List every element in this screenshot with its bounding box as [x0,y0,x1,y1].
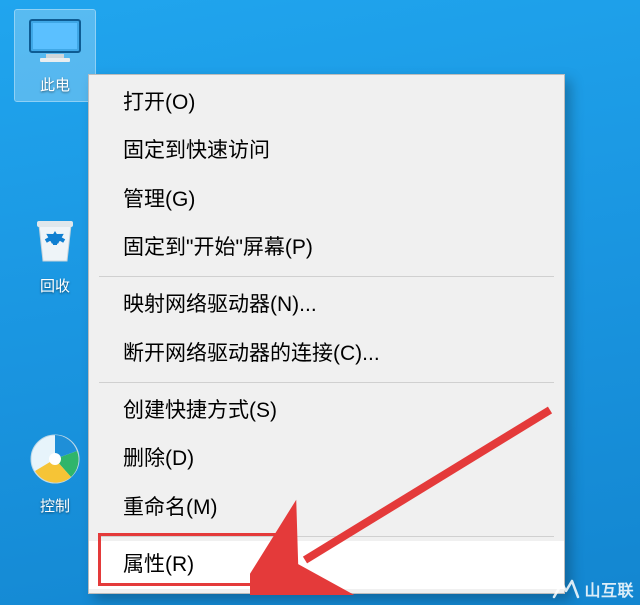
menu-separator [99,276,554,277]
recycle-bin-icon [15,211,95,271]
menu-item-manage[interactable]: 管理(G) [89,176,564,224]
computer-icon [15,16,95,70]
menu-item-disconnect-drive[interactable]: 断开网络驱动器的连接(C)... [89,330,564,378]
menu-item-map-drive[interactable]: 映射网络驱动器(N)... [89,281,564,329]
context-menu: 打开(O) 固定到快速访问 管理(G) 固定到"开始"屏幕(P) 映射网络驱动器… [88,74,565,594]
desktop-icon-control-panel[interactable]: 控制 [15,425,95,522]
control-panel-icon [15,431,95,491]
menu-item-delete[interactable]: 删除(D) [89,435,564,483]
watermark-logo-icon [552,579,580,599]
menu-item-rename[interactable]: 重命名(M) [89,484,564,532]
menu-item-open[interactable]: 打开(O) [89,79,564,127]
menu-separator [99,536,554,537]
menu-item-create-shortcut[interactable]: 创建快捷方式(S) [89,387,564,435]
desktop-background: 此电 回收 控制 [0,0,640,605]
menu-item-properties[interactable]: 属性(R) [89,541,564,589]
watermark: 山互联 [552,577,634,601]
desktop-icon-label: 回收 [15,275,95,302]
desktop-icon-label: 此电 [15,74,95,101]
desktop-icon-label: 控制 [15,495,95,522]
desktop-icon-recycle-bin[interactable]: 回收 [15,205,95,302]
menu-item-pin-quick-access[interactable]: 固定到快速访问 [89,127,564,175]
desktop-icon-this-pc[interactable]: 此电 [15,10,95,101]
menu-item-pin-start[interactable]: 固定到"开始"屏幕(P) [89,224,564,272]
watermark-text: 山互联 [584,577,634,601]
menu-separator [99,382,554,383]
